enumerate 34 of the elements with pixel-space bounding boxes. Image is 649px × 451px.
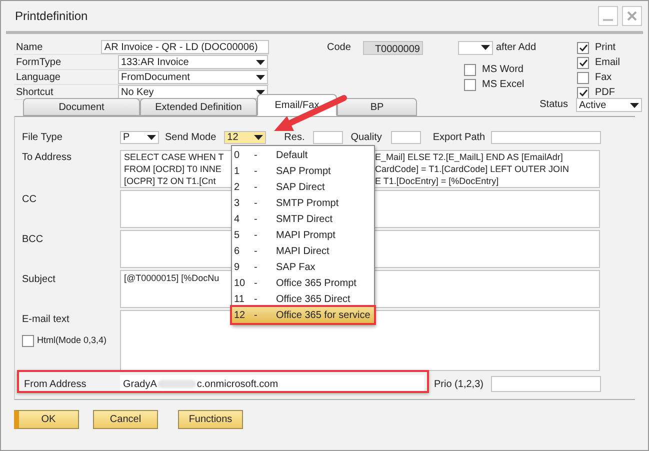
query-text: E T1.[DocEntry] = [%DocEntry] xyxy=(375,175,499,187)
field-label: FormType xyxy=(15,56,62,70)
field-label: Res. xyxy=(284,132,305,142)
query-text: FROM [OCRD] T0 INNE xyxy=(124,163,222,175)
field-label: Shortcut xyxy=(15,86,54,100)
field-label: Subject xyxy=(22,273,56,287)
checkbox-label: MS Excel xyxy=(482,78,524,92)
checkbox-label: MS Word xyxy=(482,63,524,77)
query-text: E_Mail] ELSE T2.[E_MailL] END AS [EmailAdr] xyxy=(375,151,563,163)
query-text: CardCode] = T1.[CardCode] LEFT OUTER JOIN xyxy=(375,163,569,175)
checkbox-label: Fax xyxy=(595,71,612,85)
field-label: Name xyxy=(15,40,44,54)
field-label: Export Path xyxy=(432,132,486,142)
field-label: Code xyxy=(327,41,352,55)
field-label: Quality xyxy=(350,132,382,142)
field-label: CC xyxy=(22,193,38,207)
field-label: File Type xyxy=(22,130,64,144)
field-label: Prio (1,2,3) xyxy=(434,378,484,390)
query-text: [OCPR] T2 ON T1.[Cnt xyxy=(124,175,216,187)
field-label: To Address xyxy=(22,151,72,165)
code-field: T0000009 xyxy=(363,40,423,54)
field-label: Status xyxy=(540,99,568,110)
checkbox-label: Print xyxy=(595,41,616,55)
field-label: From Address xyxy=(23,378,88,392)
checkbox-label: Email xyxy=(595,56,620,70)
field-label: Send Mode xyxy=(165,132,216,142)
query-text: SELECT CASE WHEN T xyxy=(124,151,224,163)
checkbox-label: Html(Mode 0,3,4) xyxy=(37,334,107,347)
field-label: Language xyxy=(15,70,62,84)
field-label: after Add xyxy=(496,42,536,53)
field-label: BCC xyxy=(22,233,44,247)
window-title: Printdefinition xyxy=(15,8,88,25)
checkbox-label: PDF xyxy=(595,86,615,100)
field-label: E-mail text xyxy=(22,313,70,327)
